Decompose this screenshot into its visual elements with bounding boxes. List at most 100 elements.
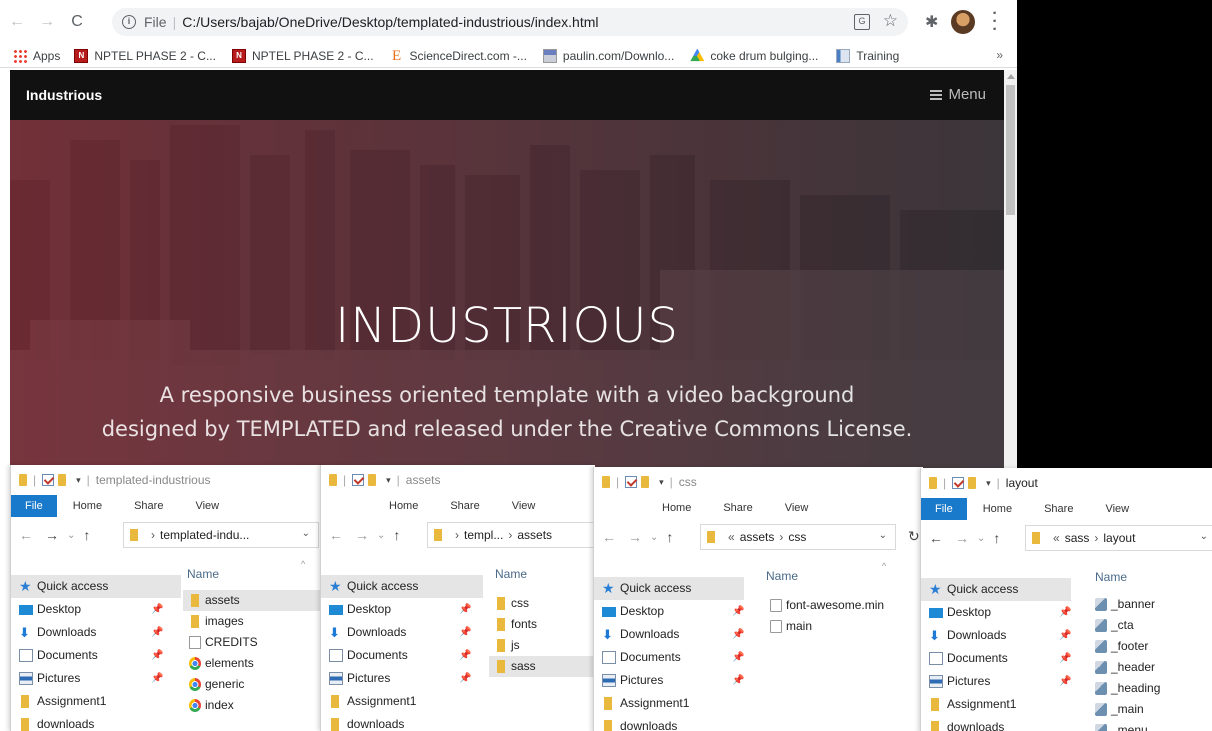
tab-share[interactable]: Share [1028,498,1089,520]
path-box[interactable]: › templ... › assets [427,522,595,548]
tab-home[interactable]: Home [373,495,434,517]
file-item[interactable]: fonts [489,614,595,635]
up-icon[interactable]: ↑ [666,529,673,545]
nav-documents[interactable]: Documents 📌 [594,646,744,669]
scroll-up-icon[interactable] [1007,74,1015,79]
nav-pictures[interactable]: Pictures 📌 [594,669,744,692]
menu-button[interactable]: Menu [930,86,986,103]
tab-share[interactable]: Share [707,497,768,519]
forward-icon[interactable]: → [45,527,59,543]
nav-downloads[interactable]: ⬇ Downloads 📌 [921,624,1071,647]
path-dropdown-icon[interactable]: ⌄ [879,530,887,541]
file-item[interactable]: css [489,593,595,614]
nav-documents[interactable]: Documents 📌 [321,644,483,667]
nav-quick-access[interactable]: ★ Quick access [321,575,483,598]
tab-view[interactable]: View [179,495,235,517]
customize-toolbar-icon[interactable]: ▾ [76,475,81,486]
nav-downloads-folder[interactable]: downloads [11,713,181,731]
file-item[interactable]: generic [183,674,323,695]
bookmark-sciencedirect[interactable]: E ScienceDirect.com -... [390,48,527,63]
nav-desktop[interactable]: Desktop 📌 [594,600,744,623]
back-icon[interactable]: ← [4,9,30,35]
back-icon[interactable]: ← [19,527,33,543]
new-folder-icon[interactable] [968,477,977,489]
translate-icon[interactable]: G [854,14,870,30]
info-icon[interactable]: i [122,15,136,29]
properties-icon[interactable] [352,474,365,486]
pin-icon[interactable]: 📌 [459,644,471,667]
up-icon[interactable]: ↑ [83,527,90,543]
bookmark-star-icon[interactable]: ☆ [883,11,898,31]
recent-locations-icon[interactable]: ⌄ [67,530,75,541]
file-item[interactable]: _menu [1089,720,1212,731]
file-item[interactable]: _heading [1089,678,1212,699]
nav-assignment1[interactable]: Assignment1 [594,692,744,715]
pin-icon[interactable]: 📌 [151,644,163,667]
nav-desktop[interactable]: Desktop 📌 [11,598,181,621]
column-header-name[interactable]: Name [1095,570,1127,584]
path-box[interactable]: « sass › layout ⌄ [1025,525,1212,551]
nav-pictures[interactable]: Pictures 📌 [921,670,1071,693]
file-item[interactable]: main [764,616,923,637]
nav-downloads-folder[interactable]: downloads [921,716,1071,731]
file-item[interactable]: sass [489,656,595,677]
pin-icon[interactable]: 📌 [732,669,744,692]
nav-documents[interactable]: Documents 📌 [921,647,1071,670]
properties-icon[interactable] [625,476,638,488]
file-item[interactable]: index [183,695,323,716]
bookmark-apps[interactable]: Apps [13,48,60,63]
pin-icon[interactable]: 📌 [1059,601,1071,624]
path-segment[interactable]: css [788,530,806,544]
pin-icon[interactable]: 📌 [151,598,163,621]
bookmark-nptel-1[interactable]: N NPTEL PHASE 2 - C... [74,48,216,63]
pin-icon[interactable]: 📌 [151,621,163,644]
path-dropdown-icon[interactable]: ⌄ [302,528,310,539]
recent-locations-icon[interactable]: ⌄ [377,530,385,541]
file-item[interactable]: assets [183,590,323,611]
nav-documents[interactable]: Documents 📌 [11,644,181,667]
nav-desktop[interactable]: Desktop 📌 [321,598,483,621]
extensions-icon[interactable]: ✱ [925,12,938,32]
nav-downloads-folder[interactable]: downloads [594,715,744,731]
up-icon[interactable]: ↑ [993,530,1000,546]
tab-view[interactable]: View [1089,498,1145,520]
new-folder-icon[interactable] [641,476,650,488]
path-dropdown-icon[interactable]: ⌄ [1200,531,1208,542]
properties-icon[interactable] [952,477,965,489]
forward-icon[interactable]: → [628,529,642,545]
file-item[interactable]: _footer [1089,636,1212,657]
scrollbar-thumb[interactable] [1006,85,1015,215]
tab-share[interactable]: Share [118,495,179,517]
nav-pictures[interactable]: Pictures 📌 [321,667,483,690]
tab-home[interactable]: Home [967,498,1028,520]
path-segment[interactable]: templated-indu... [160,528,249,542]
forward-icon[interactable]: → [955,530,969,546]
path-segment[interactable]: layout [1103,531,1135,545]
back-icon[interactable]: ← [602,529,616,545]
tab-share[interactable]: Share [434,495,495,517]
nav-pictures[interactable]: Pictures 📌 [11,667,181,690]
column-header-name[interactable]: Name [495,567,527,581]
nav-quick-access[interactable]: ★ Quick access [11,575,181,598]
path-box[interactable]: « assets › css ⌄ [700,524,896,550]
file-item[interactable]: CREDITS [183,632,323,653]
file-item[interactable]: _main [1089,699,1212,720]
path-segment[interactable]: templ... [464,528,503,542]
customize-toolbar-icon[interactable]: ▾ [986,478,991,489]
site-logo[interactable]: Industrious [26,87,102,103]
path-segment[interactable]: assets [740,530,775,544]
bookmark-training[interactable]: Training [836,48,899,63]
customize-toolbar-icon[interactable]: ▾ [659,477,664,488]
bookmark-paulin[interactable]: paulin.com/Downlo... [542,48,674,63]
pin-icon[interactable]: 📌 [151,667,163,690]
pin-icon[interactable]: 📌 [732,623,744,646]
file-item[interactable]: _banner [1089,594,1212,615]
new-folder-icon[interactable] [368,474,377,486]
nav-assignment1[interactable]: Assignment1 [11,690,181,713]
nav-downloads-folder[interactable]: downloads [321,713,483,731]
pin-icon[interactable]: 📌 [459,667,471,690]
up-icon[interactable]: ↑ [393,527,400,543]
file-item[interactable]: images [183,611,323,632]
tab-view[interactable]: View [496,495,552,517]
refresh-icon[interactable]: ↻ [908,528,920,545]
